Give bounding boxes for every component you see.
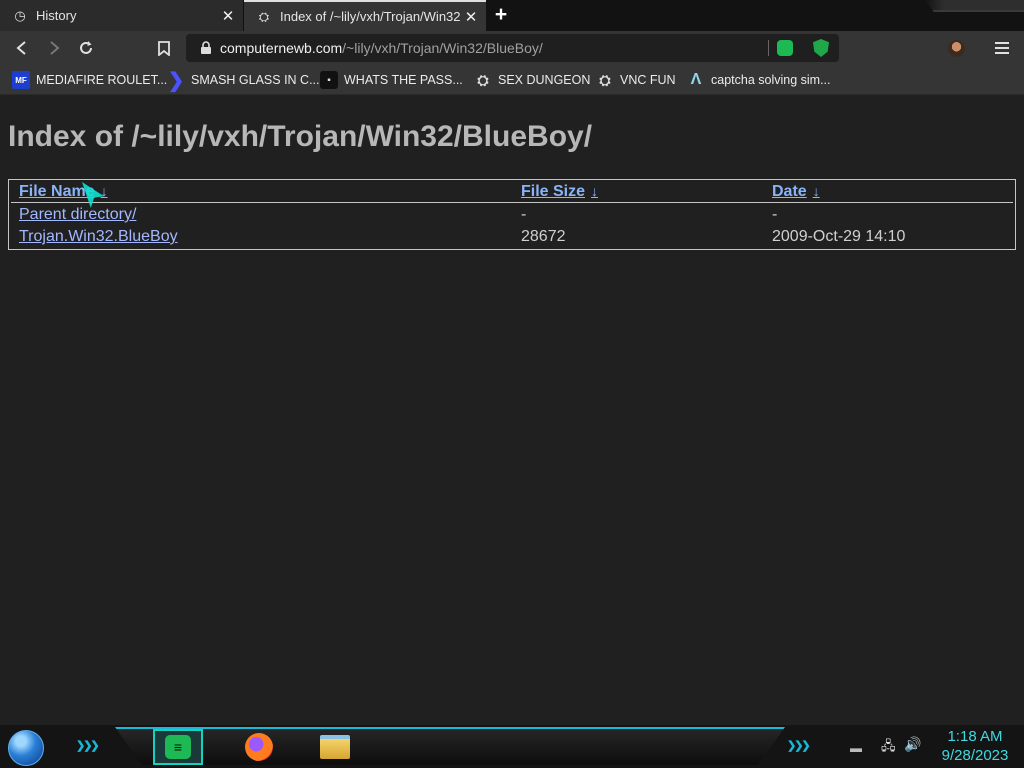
sort-arrow-icon: ↓ xyxy=(591,183,599,199)
close-icon[interactable]: ✕ xyxy=(460,6,482,28)
browser-app-button[interactable] xyxy=(234,729,284,765)
bookmark-vnc-fun[interactable]: ⛭ VNC FUN xyxy=(596,70,676,90)
forward-button[interactable] xyxy=(42,36,66,60)
column-header-date[interactable]: Date ↓ xyxy=(772,183,820,201)
directory-listing-table: File Name ↓ File Size ↓ Date ↓ Parent direc… xyxy=(8,179,1016,250)
hamburger-icon xyxy=(995,42,1009,54)
page-content: Index of /~lily/vxh/Trojan/Win32/BlueBoy… xyxy=(0,96,1024,725)
start-button[interactable] xyxy=(8,730,44,766)
robot-icon: ⛭ xyxy=(258,8,270,24)
chat-app-icon: ≡ xyxy=(165,735,191,759)
tab-index-of[interactable]: ⛭ Index of /~lily/vxh/Trojan/Win32/B ✕ xyxy=(244,0,486,31)
network-icon[interactable]: 🖧 xyxy=(881,737,896,759)
tab-bar: ◷ History ✕ ⛭ Index of /~lily/vxh/Trojan… xyxy=(0,0,1024,31)
extension-separator xyxy=(768,40,769,56)
back-arrow-icon xyxy=(16,41,26,55)
taskbar: ❯❯❯ ≡ ❯❯❯ ▬ 🖧 🔊 1:18 AM 9/28/2023 xyxy=(0,725,1024,768)
column-label: Date xyxy=(772,183,807,200)
bookmarks-bar: MF MEDIAFIRE ROULET... ❯ SMASH GLASS IN … xyxy=(0,65,1024,95)
robot-icon: ⛭ xyxy=(477,71,489,88)
lock-icon[interactable] xyxy=(198,40,214,56)
bookmark-icon xyxy=(158,40,170,56)
tab-title: History xyxy=(36,8,77,23)
bookmark-smash-glass[interactable]: ❯ SMASH GLASS IN C... xyxy=(167,69,320,92)
sort-arrow-icon: ↓ xyxy=(812,183,820,199)
bookmark-label: MEDIAFIRE ROULET... xyxy=(36,73,168,87)
window-decoration xyxy=(924,0,1024,12)
page-title: Index of /~lily/vxh/Trojan/Win32/BlueBoy… xyxy=(8,120,593,153)
chat-app-button[interactable]: ≡ xyxy=(153,729,203,765)
decorative-chevrons: ❯❯❯ xyxy=(76,740,100,752)
bookmark-label: VNC FUN xyxy=(620,73,676,87)
new-tab-button[interactable]: + xyxy=(489,3,513,26)
date-cell: - xyxy=(772,206,778,223)
bookmark-label: WHATS THE PASS... xyxy=(344,73,463,87)
firefox-icon xyxy=(245,733,273,761)
volume-icon[interactable]: 🔊 xyxy=(904,736,921,753)
chevron-right-icon: ❯ xyxy=(167,69,185,92)
url-path: /~lily/vxh/Trojan/Win32/BlueBoy/ xyxy=(342,40,543,56)
clock-time: 1:18 AM xyxy=(947,728,1003,745)
bookmark-captcha-solving[interactable]: Λ captcha solving sim... xyxy=(687,70,831,90)
folder-icon xyxy=(320,735,350,759)
header-divider xyxy=(11,202,1013,203)
chat-extension-icon[interactable] xyxy=(777,40,793,56)
bookmark-mediafire-roulette[interactable]: MF MEDIAFIRE ROULET... xyxy=(12,70,167,90)
tab-history[interactable]: ◷ History ✕ xyxy=(0,0,244,31)
back-button[interactable] xyxy=(10,36,34,60)
tab-title: Index of /~lily/vxh/Trojan/Win32/B xyxy=(280,9,460,24)
bookmark-label: captcha solving sim... xyxy=(711,73,831,87)
file-size-cell: - xyxy=(521,206,527,223)
lambda-icon: Λ xyxy=(690,71,702,88)
date-cell: 2009-Oct-29 14:10 xyxy=(772,228,906,245)
bookmark-button[interactable] xyxy=(152,36,176,60)
mediafire-icon: MF xyxy=(12,71,30,89)
system-clock[interactable]: 1:18 AM 9/28/2023 xyxy=(930,727,1020,765)
decorative-chevrons: ❯❯❯ xyxy=(787,740,811,752)
forward-arrow-icon xyxy=(50,41,60,55)
reload-icon xyxy=(80,41,92,54)
avatar[interactable] xyxy=(948,40,965,57)
url-host: computernewb.com xyxy=(220,40,343,56)
reload-button[interactable] xyxy=(74,36,98,60)
tray-overflow-icon[interactable]: ▬ xyxy=(850,741,862,755)
bookmark-label: SMASH GLASS IN C... xyxy=(191,73,320,87)
taskbar-panel xyxy=(115,727,785,765)
navigation-toolbar: computernewb.com/~lily/vxh/Trojan/Win32/… xyxy=(0,31,1024,65)
address-bar[interactable]: computernewb.com/~lily/vxh/Trojan/Win32/… xyxy=(186,34,839,62)
robot-icon: ⛭ xyxy=(599,71,611,88)
bookmark-whats-the-pass[interactable]: ▪ WHATS THE PASS... xyxy=(320,70,463,90)
terminal-icon: ▪ xyxy=(320,71,338,89)
history-icon: ◷ xyxy=(14,7,26,23)
menu-button[interactable] xyxy=(990,36,1014,60)
file-explorer-button[interactable] xyxy=(310,729,360,765)
bookmark-label: SEX DUNGEON xyxy=(498,73,591,87)
column-header-file-size[interactable]: File Size ↓ xyxy=(521,183,598,201)
close-icon[interactable]: ✕ xyxy=(217,5,239,27)
shield-extension-icon[interactable] xyxy=(813,39,829,57)
column-label: File Size xyxy=(521,183,586,200)
clock-date: 9/28/2023 xyxy=(941,747,1009,764)
parent-directory-link[interactable]: Parent directory/ xyxy=(19,206,136,224)
bookmark-sex-dungeon[interactable]: ⛭ SEX DUNGEON xyxy=(474,70,590,90)
file-size-cell: 28672 xyxy=(521,228,566,245)
file-link[interactable]: Trojan.Win32.BlueBoy xyxy=(19,228,178,246)
